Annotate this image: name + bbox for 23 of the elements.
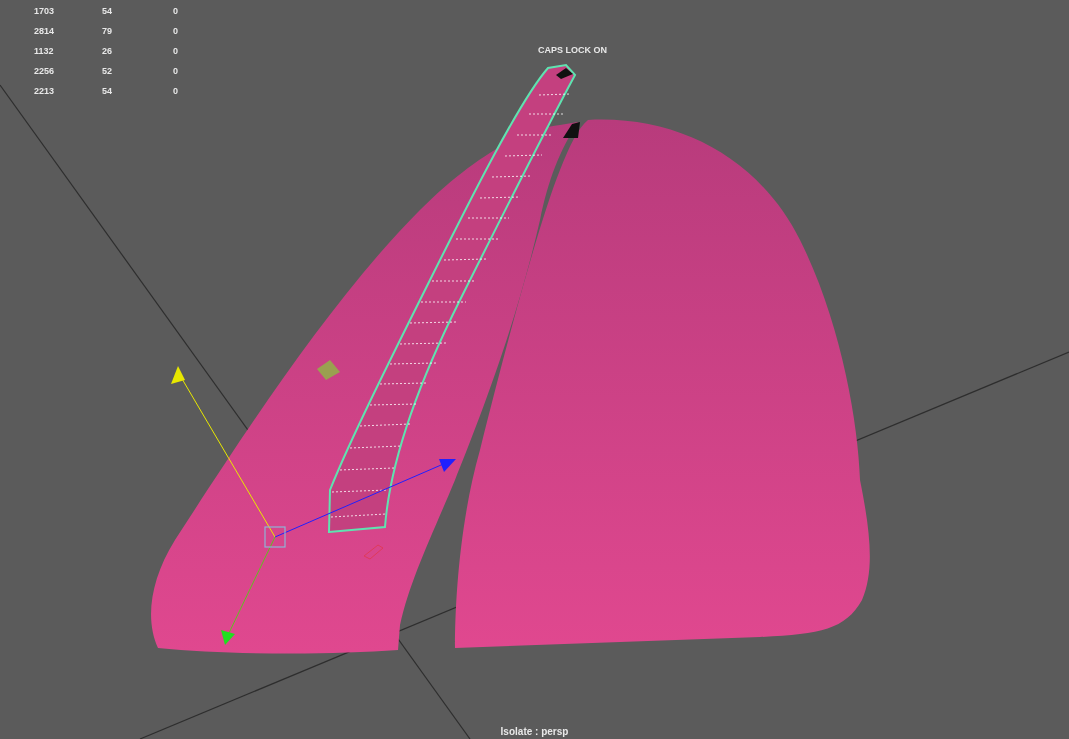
plane-handle-icon[interactable] bbox=[363, 544, 384, 560]
stat-value: 1703 bbox=[33, 5, 56, 19]
caps-lock-message: CAPS LOCK ON bbox=[538, 44, 607, 57]
stat-value: 0 bbox=[173, 45, 179, 59]
stat-value: 26 bbox=[102, 45, 113, 59]
stat-value: 79 bbox=[102, 25, 113, 39]
stat-value: 0 bbox=[173, 65, 179, 79]
selected-face-strip[interactable] bbox=[328, 64, 576, 533]
stat-value: 2814 bbox=[33, 25, 56, 39]
stat-value: 0 bbox=[173, 5, 179, 19]
stat-value: 0 bbox=[173, 25, 179, 39]
stat-value: 52 bbox=[102, 65, 113, 79]
stat-value: 1132 bbox=[33, 45, 55, 59]
viewport[interactable]: 1703 54 0 2814 79 0 1132 26 0 2256 52 0 2213 54 0 CAPS LOCK ON Isolate : persp bbox=[0, 0, 1069, 739]
plane-handle-icon[interactable] bbox=[317, 360, 340, 380]
right-surface[interactable] bbox=[455, 119, 870, 648]
stat-value: 2213 bbox=[33, 85, 56, 99]
move-manipulator[interactable] bbox=[171, 366, 456, 645]
camera-label: Isolate : persp bbox=[500, 725, 569, 739]
stat-value: 0 bbox=[173, 85, 179, 99]
stat-value: 54 bbox=[102, 5, 113, 19]
stat-value: 2256 bbox=[33, 65, 56, 79]
stat-value: 54 bbox=[102, 85, 113, 99]
